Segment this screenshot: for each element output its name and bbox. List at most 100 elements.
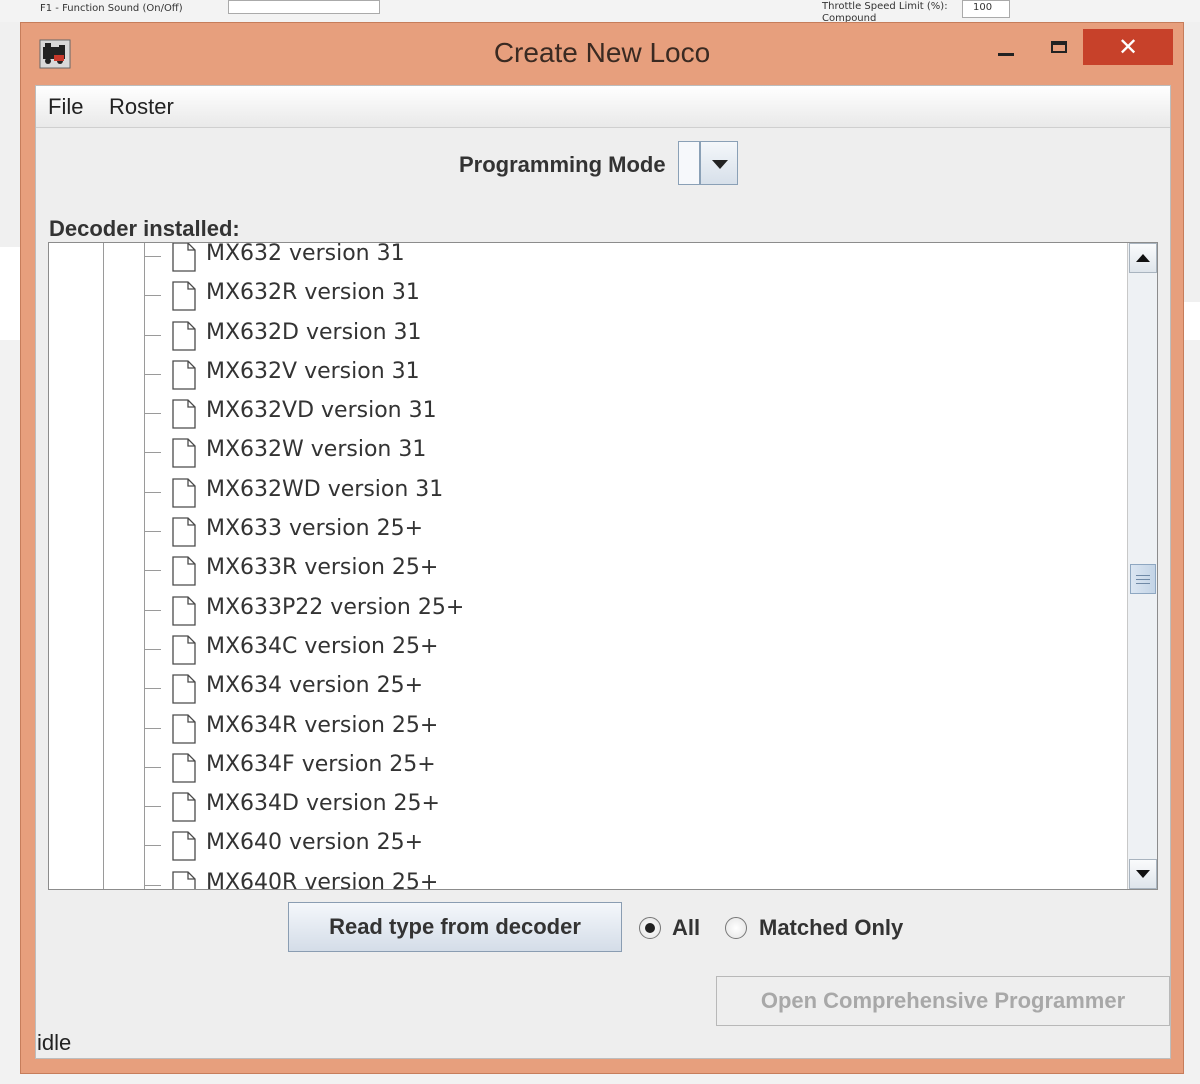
file-icon (172, 596, 196, 626)
decoder-tree-item[interactable]: MX632R version 31 (49, 275, 1125, 314)
tree-connector-line (145, 295, 161, 297)
create-new-loco-window: Create New Loco ✕ File Roster Programmin… (20, 22, 1184, 1074)
file-icon (172, 320, 196, 351)
title-bar[interactable]: Create New Loco ✕ (21, 23, 1183, 85)
decoder-tree-item[interactable]: MX640 version 25+ (49, 825, 1125, 864)
menu-file[interactable]: File (48, 94, 83, 120)
tree-connector-line (145, 845, 161, 847)
tree-connector-line (145, 806, 161, 808)
file-icon (172, 517, 196, 547)
decoder-tree-item-label: MX633 version 25+ (206, 516, 424, 542)
tree-connector-line (145, 727, 161, 729)
radio-all-label[interactable]: All (672, 915, 700, 941)
decoder-tree-item-label: MX632VD version 31 (206, 398, 437, 424)
programming-mode-label: Programming Mode (459, 152, 666, 177)
scroll-grip-line (1136, 583, 1150, 584)
file-icon (172, 556, 196, 587)
tree-connector-line (145, 413, 161, 415)
decoder-tree[interactable]: MX632 version 31 MX632R version 31 MX632D … (48, 242, 1158, 890)
decoder-tree-item[interactable]: MX634D version 25+ (49, 786, 1125, 825)
close-button[interactable]: ✕ (1083, 29, 1173, 65)
file-icon (172, 871, 196, 889)
decoder-tree-item[interactable]: MX634 version 25+ (49, 668, 1125, 707)
file-icon (172, 360, 196, 390)
open-comprehensive-programmer-button[interactable]: Open Comprehensive Programmer (716, 976, 1170, 1026)
decoder-tree-item[interactable]: MX634C version 25+ (49, 629, 1125, 668)
decoder-tree-item-label: MX632D version 31 (206, 319, 422, 345)
decoder-tree-item-label: MX634D version 25+ (206, 791, 440, 817)
tree-connector-line (145, 334, 161, 336)
decoder-tree-list: MX632 version 31 MX632R version 31 MX632D … (49, 242, 1125, 890)
menu-bar: File Roster (36, 86, 1170, 128)
programming-mode-dropdown[interactable] (678, 141, 738, 187)
decoder-tree-item-label: MX634C version 25+ (206, 633, 439, 659)
tree-connector-line (145, 766, 161, 768)
decoder-tree-item-label: MX640R version 25+ (206, 869, 439, 890)
decoder-tree-item-label: MX632R version 31 (206, 280, 420, 306)
tree-connector-line (145, 884, 161, 886)
decoder-tree-item[interactable]: MX632V version 31 (49, 354, 1125, 393)
background-field-value: 100 (973, 2, 993, 13)
maximize-icon (1051, 41, 1067, 53)
tree-connector-line (145, 256, 161, 257)
decoder-tree-item-label: MX634R version 25+ (206, 712, 439, 738)
file-icon (172, 635, 196, 665)
decoder-tree-item-label: MX633R version 25+ (206, 555, 439, 581)
tree-connector-line (145, 531, 161, 533)
decoder-tree-item-label: MX632 version 31 (206, 242, 405, 266)
tree-connector-line (145, 491, 161, 493)
tree-connector-line (145, 609, 161, 611)
scroll-grip-line (1136, 579, 1150, 580)
close-icon: ✕ (1117, 33, 1139, 61)
radio-matched-only[interactable] (725, 917, 747, 939)
status-text: idle (37, 1030, 72, 1055)
file-icon (172, 399, 196, 429)
programming-mode-value[interactable] (678, 141, 700, 185)
scroll-thumb[interactable] (1130, 564, 1156, 594)
decoder-tree-item-label: MX640 version 25+ (206, 830, 424, 856)
tree-connector-line (145, 452, 161, 454)
decoder-tree-item-label: MX634F version 25+ (206, 751, 436, 777)
decoder-tree-item-label: MX632V version 31 (206, 358, 420, 384)
minimize-button[interactable] (981, 29, 1031, 65)
decoder-tree-item[interactable]: MX632W version 31 (49, 432, 1125, 471)
minimize-icon (998, 52, 1014, 56)
background-text: Throttle Speed Limit (%): (822, 1, 948, 12)
file-icon (172, 674, 196, 704)
decoder-tree-item[interactable]: MX633P22 version 25+ (49, 590, 1125, 629)
radio-all[interactable] (639, 917, 661, 939)
scroll-up-button[interactable] (1129, 243, 1157, 273)
decoder-tree-item[interactable]: MX634F version 25+ (49, 747, 1125, 786)
read-type-from-decoder-button[interactable]: Read type from decoder (288, 902, 622, 952)
decoder-tree-item-label: MX632WD version 31 (206, 476, 444, 502)
tree-connector-line (145, 373, 161, 375)
file-icon (172, 478, 196, 508)
menu-roster[interactable]: Roster (109, 94, 174, 120)
file-icon (172, 753, 196, 783)
file-icon (172, 713, 196, 744)
radio-matched-only-label[interactable]: Matched Only (759, 915, 903, 941)
decoder-tree-item-label: MX633P22 version 25+ (206, 594, 465, 620)
file-icon (172, 831, 196, 862)
decoder-tree-item[interactable]: MX632WD version 31 (49, 472, 1125, 511)
scroll-down-button[interactable] (1129, 859, 1157, 889)
decoder-tree-item[interactable]: MX632 version 31 (49, 242, 1125, 275)
decoder-tree-item[interactable]: MX632D version 31 (49, 315, 1125, 354)
dialog-content: File Roster Programming Mode Decoder ins… (35, 85, 1171, 1059)
chevron-down-icon[interactable] (700, 141, 738, 185)
file-icon (172, 243, 196, 272)
decoder-tree-item[interactable]: MX632VD version 31 (49, 393, 1125, 432)
file-icon (172, 792, 196, 822)
maximize-button[interactable] (1033, 29, 1085, 65)
decoder-tree-item[interactable]: MX633R version 25+ (49, 550, 1125, 589)
background-field: 100 (962, 0, 1010, 18)
decoder-tree-item[interactable]: MX634R version 25+ (49, 708, 1125, 747)
file-icon (172, 438, 196, 469)
background-text: F1 - Function Sound (On/Off) (40, 3, 183, 14)
decoder-tree-item[interactable]: MX633 version 25+ (49, 511, 1125, 550)
tree-connector-line (145, 648, 161, 650)
scroll-grip-line (1136, 575, 1150, 576)
vertical-scrollbar[interactable] (1127, 243, 1157, 889)
decoder-tree-item[interactable]: MX640R version 25+ (49, 865, 1125, 890)
background-button (228, 0, 380, 14)
